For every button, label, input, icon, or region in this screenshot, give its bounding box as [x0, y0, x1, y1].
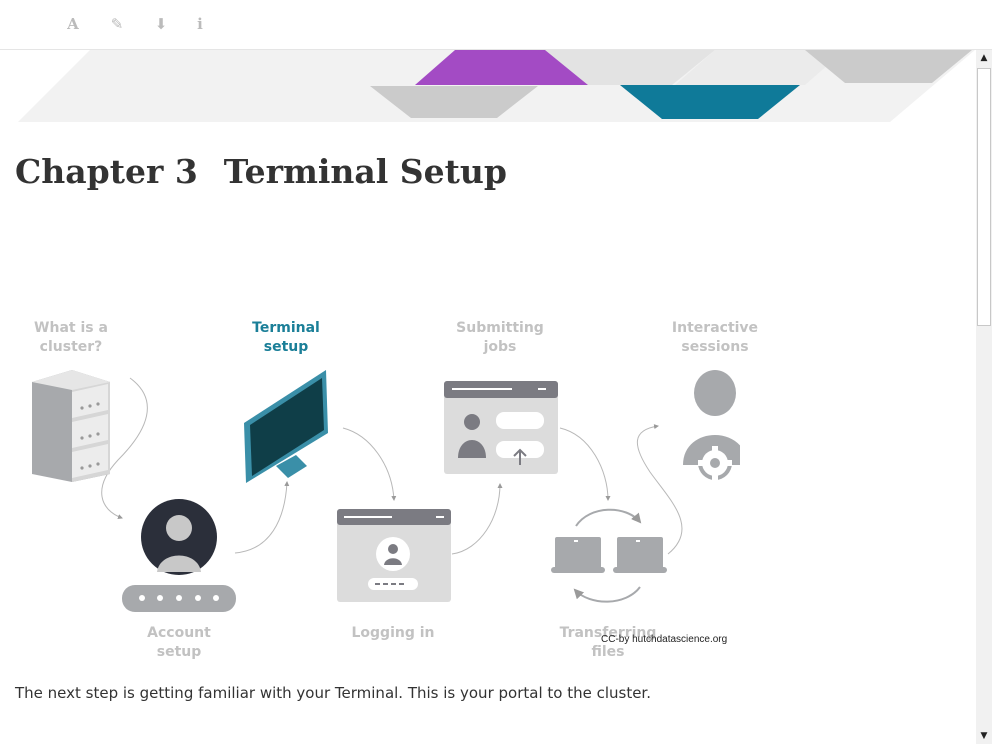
file-transfer-icon: [551, 508, 667, 603]
step-label-logging-in: Logging in: [351, 625, 435, 641]
chapter-number: Chapter 3: [15, 152, 198, 191]
step-label-submitting-jobs: Submitting jobs: [456, 320, 544, 355]
monitor-icon: [244, 370, 328, 483]
chapter-title: Chapter 3 Terminal Setup: [15, 152, 507, 191]
vertical-scrollbar[interactable]: ▲ ▼: [976, 50, 992, 744]
step-label-terminal-setup: Terminal setup: [252, 320, 320, 355]
workflow-illustration: [32, 370, 740, 612]
intro-paragraph: The next step is getting familiar with y…: [15, 684, 651, 702]
figure-credit: CC-by hutchdatascience.org: [601, 634, 728, 645]
info-icon[interactable]: i: [188, 12, 212, 36]
step-label-account-setup: Account setup: [147, 625, 211, 660]
job-submission-icon: [444, 381, 558, 474]
chapter-name: Terminal Setup: [223, 152, 507, 191]
download-icon[interactable]: ⬇: [149, 12, 173, 36]
step-label-interactive-sessions: Interactive sessions: [671, 320, 759, 355]
edit-icon[interactable]: ✎: [105, 12, 129, 36]
header-banner: [18, 50, 975, 122]
step-label-what-is-cluster: What is a cluster?: [34, 320, 108, 355]
font-settings-icon[interactable]: A: [61, 12, 85, 36]
scroll-up-arrow-icon[interactable]: ▲: [976, 51, 992, 65]
server-icon: [32, 370, 110, 482]
book-content: Chapter 3 Terminal Setup What is a clust…: [0, 50, 976, 744]
scroll-down-arrow-icon[interactable]: ▼: [976, 729, 992, 743]
toolbar: A ✎ ⬇ i: [0, 0, 992, 50]
scrollbar-thumb[interactable]: [977, 68, 991, 326]
interactive-session-icon: [683, 370, 740, 480]
account-avatar-icon: [122, 499, 236, 612]
login-window-icon: [337, 509, 451, 602]
